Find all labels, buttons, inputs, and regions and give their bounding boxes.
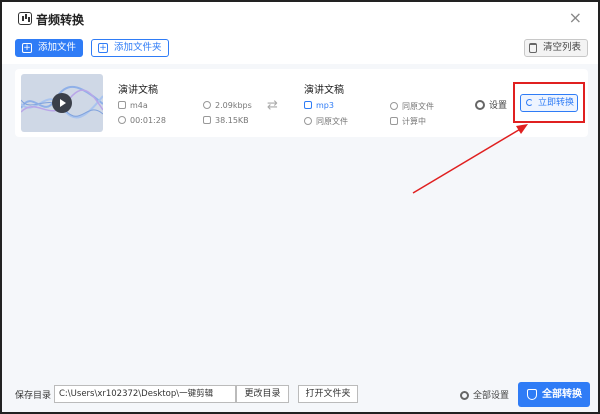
open-folder-button[interactable]: 打开文件夹	[298, 385, 358, 403]
save-dir-label: 保存目录	[15, 391, 52, 401]
bottom-bar: 保存目录 C:\Users\xr102372\Desktop\一键剪辑 更改目录…	[2, 374, 598, 412]
convert-all-button[interactable]: 全部转换	[518, 382, 590, 407]
audio-converter-window: 音频转换 × + 添加文件 + 添加文件夹 清空列表 演讲文稿 m4a 2.09…	[0, 0, 600, 414]
gear-icon	[460, 391, 469, 400]
convert-all-label: 全部转换	[542, 389, 582, 400]
change-dir-button[interactable]: 更改目录	[236, 385, 289, 403]
annotation-arrow	[412, 124, 528, 194]
all-settings-button[interactable]: 全部设置	[460, 388, 509, 401]
save-path-field[interactable]: C:\Users\xr102372\Desktop\一键剪辑	[54, 385, 236, 403]
shield-icon	[527, 389, 537, 400]
